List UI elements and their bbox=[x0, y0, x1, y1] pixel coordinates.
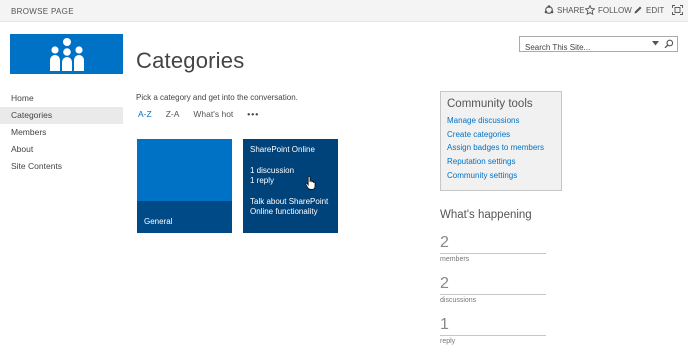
tab-browse[interactable]: BROWSE bbox=[11, 7, 48, 16]
reputation-settings-link[interactable]: Reputation settings bbox=[447, 155, 561, 169]
quick-launch: Home Categories Members About Site Conte… bbox=[0, 90, 123, 175]
search-icon[interactable] bbox=[664, 39, 674, 49]
stat-value: 2 bbox=[440, 234, 546, 254]
nav-item-home[interactable]: Home bbox=[0, 90, 123, 107]
nav-item-about[interactable]: About bbox=[0, 141, 123, 158]
share-icon bbox=[544, 5, 554, 14]
stat-value: 1 bbox=[440, 316, 546, 336]
stat-value: 2 bbox=[440, 275, 546, 295]
focus-content-button[interactable] bbox=[672, 5, 683, 15]
stat-label[interactable]: reply bbox=[440, 338, 546, 345]
stat-members: 2 members bbox=[440, 234, 546, 263]
page-title: Categories bbox=[136, 48, 245, 73]
create-categories-link[interactable]: Create categories bbox=[447, 128, 561, 142]
stat-discussions: 2 discussions bbox=[440, 275, 546, 304]
more-options-button[interactable]: ••• bbox=[247, 109, 259, 119]
sort-a-z-link[interactable]: A-Z bbox=[138, 109, 152, 119]
assign-badges-link[interactable]: Assign badges to members bbox=[447, 141, 561, 155]
site-logo[interactable] bbox=[10, 34, 123, 74]
community-people-icon bbox=[49, 38, 84, 71]
tile-title: General bbox=[144, 217, 173, 226]
edit-button[interactable]: EDIT bbox=[633, 5, 664, 15]
nav-item-site-contents[interactable]: Site Contents bbox=[0, 158, 123, 175]
edit-label: EDIT bbox=[646, 5, 665, 15]
manage-discussions-link[interactable]: Manage discussions bbox=[447, 114, 561, 128]
nav-item-categories[interactable]: Categories bbox=[0, 107, 123, 124]
hand-cursor-icon bbox=[305, 176, 316, 190]
share-label: SHARE bbox=[557, 5, 585, 15]
tile-title: SharePoint Online bbox=[250, 145, 315, 154]
search-box[interactable] bbox=[519, 36, 678, 55]
sort-z-a-link[interactable]: Z-A bbox=[166, 109, 180, 119]
stat-label[interactable]: members bbox=[440, 256, 546, 263]
sort-whats-hot-link[interactable]: What's hot bbox=[193, 109, 233, 119]
star-icon bbox=[585, 5, 595, 15]
top-ribbon: BROWSE PAGE SHARE FOLLOW EDIT bbox=[0, 0, 688, 22]
follow-label: FOLLOW bbox=[598, 5, 632, 15]
focus-content-icon bbox=[672, 5, 683, 15]
category-tile-general[interactable]: General bbox=[137, 139, 232, 233]
stat-label[interactable]: discussions bbox=[440, 297, 546, 304]
tab-page[interactable]: PAGE bbox=[51, 7, 74, 16]
tile-description: Talk about SharePoint Online functionali… bbox=[250, 197, 329, 216]
chevron-down-icon[interactable] bbox=[652, 41, 659, 46]
whats-happening-title: What's happening bbox=[440, 209, 532, 221]
share-button[interactable]: SHARE bbox=[544, 5, 585, 15]
community-settings-link[interactable]: Community settings bbox=[447, 169, 561, 183]
community-tools-title: Community tools bbox=[447, 98, 533, 110]
tile-reply-count: 1 reply bbox=[250, 176, 275, 185]
intro-text: Pick a category and get into the convers… bbox=[136, 93, 298, 102]
sort-options: A-Z Z-A What's hot ••• bbox=[138, 109, 259, 119]
tile-discussion-count: 1 discussion bbox=[250, 166, 295, 175]
search-input[interactable] bbox=[520, 40, 645, 55]
stat-replies: 1 reply bbox=[440, 316, 546, 345]
nav-item-members[interactable]: Members bbox=[0, 124, 123, 141]
community-tools-panel: Community tools Manage discussions Creat… bbox=[440, 91, 562, 191]
follow-button[interactable]: FOLLOW bbox=[585, 5, 632, 15]
pencil-icon bbox=[634, 6, 642, 14]
category-tile-sharepoint-online[interactable]: SharePoint Online 1 discussion 1 reply T… bbox=[243, 139, 338, 233]
